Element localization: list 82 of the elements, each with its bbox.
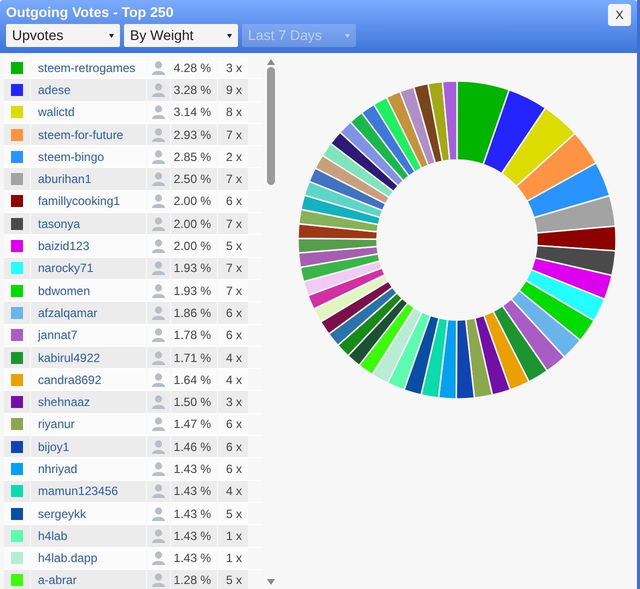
percent-text: 4.28 % bbox=[174, 60, 211, 77]
count-text: 4 x bbox=[226, 483, 242, 500]
person-icon bbox=[152, 417, 165, 432]
percent-text: 2.00 % bbox=[174, 193, 211, 210]
count-text: 2 x bbox=[226, 148, 242, 166]
person-icon bbox=[152, 172, 165, 186]
person-icon bbox=[152, 128, 165, 142]
count-text: 6 x bbox=[226, 460, 242, 478]
person-icon bbox=[152, 105, 165, 120]
caret-icon bbox=[109, 34, 114, 38]
percent-text: 1.43 % bbox=[174, 528, 211, 545]
percent-text: 1.64 % bbox=[174, 372, 211, 389]
percent-text: 1.43 % bbox=[174, 483, 211, 500]
dropdown[interactable]: By Weight bbox=[124, 24, 238, 47]
person-icon bbox=[152, 60, 165, 75]
percent-text: 2.93 % bbox=[174, 126, 211, 144]
count-text: 6 x bbox=[226, 327, 242, 344]
count-text: 1 x bbox=[226, 550, 242, 568]
scrollbar-thumb[interactable] bbox=[267, 67, 275, 185]
count-text: 5 x bbox=[226, 572, 242, 589]
person-icon bbox=[152, 82, 165, 97]
count-text: 8 x bbox=[226, 104, 242, 122]
count-text: 6 x bbox=[226, 416, 242, 434]
count-text: 3 x bbox=[226, 60, 242, 77]
person-icon bbox=[152, 194, 165, 208]
percent-text: 3.14 % bbox=[174, 104, 211, 122]
count-text: 4 x bbox=[226, 350, 242, 366]
person-icon bbox=[152, 350, 165, 364]
person-icon bbox=[152, 284, 165, 298]
person-icon bbox=[152, 484, 165, 498]
percent-text: 2.00 % bbox=[174, 216, 211, 233]
count-text: 6 x bbox=[226, 438, 242, 456]
percent-text: 1.71 % bbox=[174, 350, 211, 366]
percent-text: 3.28 % bbox=[174, 82, 211, 99]
count-text: 3 x bbox=[226, 394, 242, 412]
count-text: 5 x bbox=[226, 506, 242, 523]
person-icon bbox=[152, 462, 165, 476]
person-icon bbox=[152, 216, 165, 231]
count-text: 6 x bbox=[226, 193, 242, 210]
count-text: 1 x bbox=[226, 528, 242, 545]
person-icon bbox=[152, 440, 165, 454]
count-text: 9 x bbox=[226, 82, 242, 99]
caret-icon bbox=[227, 34, 232, 38]
count-text: 7 x bbox=[226, 171, 242, 188]
count-text: 7 x bbox=[226, 260, 242, 278]
close-button[interactable]: X bbox=[608, 4, 631, 26]
count-text: 7 x bbox=[226, 216, 242, 233]
person-icon bbox=[152, 306, 165, 320]
percent-text: 1.47 % bbox=[174, 416, 211, 434]
caret-icon bbox=[345, 34, 350, 38]
person-icon bbox=[152, 551, 165, 566]
person-icon bbox=[152, 372, 165, 387]
percent-text: 1.93 % bbox=[174, 282, 211, 300]
person-icon bbox=[152, 261, 165, 276]
percent-text: 1.93 % bbox=[174, 260, 211, 278]
count-text: 7 x bbox=[226, 126, 242, 144]
percent-text: 1.43 % bbox=[174, 460, 211, 478]
window-title: Outgoing Votes - Top 250 bbox=[6, 3, 174, 21]
count-text: 4 x bbox=[226, 372, 242, 389]
percent-text: 1.46 % bbox=[174, 438, 211, 456]
count-text: 7 x bbox=[226, 282, 242, 300]
count-text: 6 x bbox=[226, 304, 242, 322]
person-icon bbox=[152, 573, 165, 588]
count-text: 5 x bbox=[226, 238, 242, 256]
percent-text: 2.50 % bbox=[174, 171, 211, 188]
scroll-up-icon[interactable] bbox=[267, 59, 275, 65]
percent-text: 1.28 % bbox=[174, 572, 211, 589]
percent-text: 2.00 % bbox=[174, 238, 211, 256]
person-icon bbox=[152, 328, 165, 342]
percent-text: 1.50 % bbox=[174, 394, 211, 412]
person-icon bbox=[152, 239, 165, 254]
dropdown[interactable]: Upvotes bbox=[6, 24, 120, 47]
percent-text: 1.43 % bbox=[174, 506, 211, 523]
percent-text: 1.78 % bbox=[174, 327, 211, 344]
scroll-down-icon[interactable] bbox=[267, 579, 275, 585]
person-icon bbox=[152, 150, 165, 164]
percent-text: 2.85 % bbox=[174, 148, 211, 166]
percent-text: 1.86 % bbox=[174, 304, 211, 322]
percent-text: 1.43 % bbox=[174, 550, 211, 568]
person-icon bbox=[152, 395, 165, 410]
person-icon bbox=[152, 528, 165, 543]
person-icon bbox=[152, 506, 165, 521]
